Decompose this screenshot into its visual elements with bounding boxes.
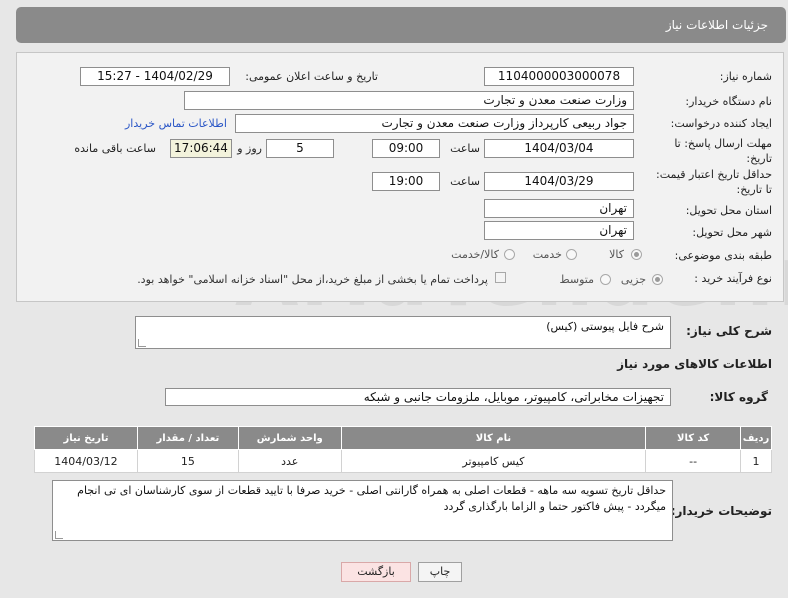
col-quantity: تعداد / مقدار xyxy=(136,426,239,450)
deadline-label-line2: تاریخ: xyxy=(746,152,772,165)
buyer-notes-text: حداقل تاریخ تسویه سه ماهه - قطعات اصلی ب… xyxy=(77,484,666,513)
cell-need-date: 1404/03/12 xyxy=(34,449,138,473)
col-need-date: تاریخ نیاز xyxy=(34,426,138,450)
cell-row-number: 1 xyxy=(740,449,772,473)
process-minor-radio[interactable] xyxy=(652,274,663,285)
province-field: تهران xyxy=(484,199,634,218)
category-goods-service-radio[interactable] xyxy=(504,249,515,260)
remaining-time-field: 17:06:44 xyxy=(170,139,232,158)
goods-table: ردیف کد کالا نام کالا واحد شمارش تعداد /… xyxy=(34,426,772,473)
col-row-number: ردیف xyxy=(740,426,772,450)
deadline-date-field: 1404/03/04 xyxy=(484,139,634,158)
cell-item-code: -- xyxy=(645,449,742,473)
table-row: 1 -- کیس کامپیوتر عدد 15 1404/03/12 xyxy=(34,449,772,473)
cell-quantity: 15 xyxy=(136,449,239,473)
category-goods-radio[interactable] xyxy=(631,249,642,260)
category-label: طبقه بندی موضوعی: xyxy=(674,249,772,262)
buyer-org-field: وزارت صنعت معدن و تجارت xyxy=(184,91,634,110)
deadline-time-label: ساعت xyxy=(450,142,480,155)
deadline-label-line1: مهلت ارسال پاسخ: تا xyxy=(674,137,772,150)
need-number-field: 1104000003000078 xyxy=(484,67,634,86)
page-header: جزئیات اطلاعات نیاز xyxy=(16,7,786,43)
validity-label-line1: حداقل تاریخ اعتبار قیمت: xyxy=(656,168,772,181)
creator-field: جواد ربیعی کارپرداز وزارت صنعت معدن و تج… xyxy=(235,114,634,133)
buyer-notes-label: توضیحات خریدار: xyxy=(670,504,772,518)
treasury-payment-note: پرداخت تمام یا بخشی از مبلغ خرید،از محل … xyxy=(137,273,488,286)
category-service-label: خدمت xyxy=(532,248,562,261)
page-title: جزئیات اطلاعات نیاز xyxy=(665,18,768,32)
col-item-name: نام کالا xyxy=(340,426,647,450)
goods-section-title: اطلاعات کالاهای مورد نیاز xyxy=(617,357,772,371)
validity-date-field: 1404/03/29 xyxy=(484,172,634,191)
buyer-org-label: نام دستگاه خریدار: xyxy=(685,95,772,108)
deadline-time-field: 09:00 xyxy=(372,139,440,158)
cell-unit: عدد xyxy=(237,449,342,473)
goods-table-header: ردیف کد کالا نام کالا واحد شمارش تعداد /… xyxy=(34,426,772,450)
col-unit: واحد شمارش xyxy=(237,426,342,450)
goods-group-label: گروه کالا: xyxy=(709,390,768,404)
validity-time-label: ساعت xyxy=(450,175,480,188)
goods-group-field: تجهیزات مخابراتی، کامپیوتر، موبایل، ملزو… xyxy=(165,388,671,406)
resize-handle-icon[interactable] xyxy=(55,531,63,539)
remaining-time-label: ساعت باقی مانده xyxy=(74,142,156,155)
city-field: تهران xyxy=(484,221,634,240)
need-description-text: شرح فایل پیوستی (کیس) xyxy=(546,320,664,333)
category-goods-label: کالا xyxy=(609,248,624,261)
treasury-payment-checkbox[interactable] xyxy=(495,272,506,283)
back-button[interactable]: بازگشت xyxy=(341,562,411,582)
validity-time-field: 19:00 xyxy=(372,172,440,191)
need-number-label: شماره نیاز: xyxy=(719,70,772,83)
buyer-notes-field: حداقل تاریخ تسویه سه ماهه - قطعات اصلی ب… xyxy=(52,480,673,541)
process-minor-label: جزیی xyxy=(620,273,646,286)
category-service-radio[interactable] xyxy=(566,249,577,260)
col-item-code: کد کالا xyxy=(645,426,742,450)
process-medium-radio[interactable] xyxy=(600,274,611,285)
days-label: روز و xyxy=(237,142,262,155)
validity-label-line2: تا تاریخ: xyxy=(736,183,772,196)
category-goods-service-label: کالا/خدمت xyxy=(451,248,499,261)
province-label: استان محل تحویل: xyxy=(685,204,772,217)
cell-item-name: کیس کامپیوتر xyxy=(340,449,647,473)
need-description-field: شرح فایل پیوستی (کیس) xyxy=(135,316,671,349)
process-medium-label: متوسط xyxy=(559,273,594,286)
creator-label: ایجاد کننده درخواست: xyxy=(670,117,772,130)
process-type-label: نوع فرآیند خرید : xyxy=(694,272,772,285)
resize-handle-icon[interactable] xyxy=(138,339,146,347)
announce-date-field: 1404/02/29 - 15:27 xyxy=(80,67,230,86)
days-remaining-field: 5 xyxy=(266,139,334,158)
print-button[interactable]: چاپ xyxy=(418,562,462,582)
buyer-contact-link[interactable]: اطلاعات تماس خریدار xyxy=(125,117,227,130)
city-label: شهر محل تحویل: xyxy=(692,226,772,239)
announce-date-label: تاریخ و ساعت اعلان عمومی: xyxy=(245,70,378,83)
need-description-label: شرح کلی نیاز: xyxy=(686,324,772,338)
